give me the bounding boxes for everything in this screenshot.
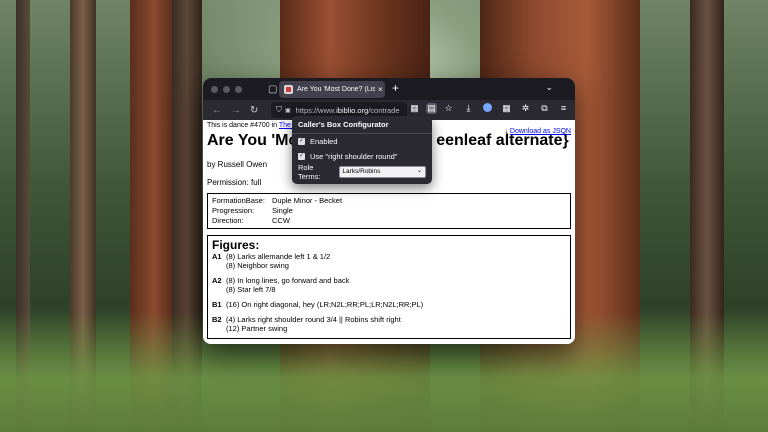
tab-active[interactable]: Are You 'Most Done? (Lisa Gree × — [279, 81, 385, 98]
close-window-button[interactable] — [211, 85, 218, 93]
grid-extension-icon[interactable]: ▦ — [409, 103, 420, 114]
tab-title: Are You 'Most Done? (Lisa Gree — [297, 86, 375, 93]
tab-close-icon[interactable]: × — [378, 85, 383, 94]
meta-row: FormationBase: Duple Minor - Becket — [212, 196, 343, 205]
role-terms-select[interactable]: Larks/Robins ⌄ — [339, 165, 426, 178]
extension-toolbar: ▦ ▤ ☆ — [409, 103, 454, 114]
callers-box-popup: Caller's Box Configurator ✓ Enabled ✓ Us… — [292, 116, 432, 184]
reload-button[interactable]: ↻ — [250, 105, 258, 116]
download-json: ↓ Download as JSON — [504, 128, 571, 135]
enabled-option[interactable]: ✓ Enabled — [292, 134, 432, 149]
lock-icon[interactable]: ▣ — [285, 107, 291, 114]
sidebar-icon[interactable]: ▢ — [268, 84, 277, 95]
window-controls — [211, 85, 242, 93]
chevron-down-icon: ⌄ — [416, 167, 422, 174]
favicon-icon — [284, 85, 293, 94]
figures-heading: Figures: — [212, 238, 260, 252]
extensions-icon[interactable]: ⧉ — [539, 103, 550, 114]
shield-icon[interactable]: ⛉ — [276, 105, 282, 115]
figure-a2: A2 (8) In long lines, go forward and bac… — [212, 276, 350, 294]
download-json-link[interactable]: Download as JSON — [510, 128, 571, 135]
forward-button[interactable]: → — [231, 105, 241, 116]
bookmark-star-icon[interactable]: ☆ — [443, 103, 454, 114]
tab-list-chevron-icon[interactable]: ⌄ — [545, 82, 553, 93]
rsr-checkbox[interactable]: ✓ — [298, 153, 305, 160]
zoom-window-button[interactable] — [235, 85, 242, 93]
role-terms-row: Role Terms: Larks/Robins ⌄ — [292, 162, 432, 181]
gear-icon[interactable]: ✲ — [520, 103, 531, 114]
enabled-label: Enabled — [310, 137, 338, 146]
tab-bar: ▢ Are You 'Most Done? (Lisa Gree × + ⌄ — [203, 78, 575, 100]
grid-icon[interactable]: ▦ — [501, 103, 512, 114]
figure-a1: A1 (8) Larks allemande left 1 & 1/2 (8) N… — [212, 252, 331, 270]
toolbar-right: ⤓ ▦ ✲ ⧉ ≡ — [463, 103, 569, 114]
formation-box: FormationBase: Duple Minor - Becket Progr… — [207, 193, 571, 229]
figures-box: Figures: A1 (8) Larks allemande left 1 &… — [207, 235, 571, 339]
role-terms-label: Role Terms: — [298, 162, 321, 181]
download-icon[interactable]: ⤓ — [463, 103, 474, 114]
url-text[interactable]: https://www.ibiblio.org/contrade — [296, 106, 406, 115]
account-icon[interactable] — [482, 103, 493, 114]
figure-b1: B1 (16) On right diagonal, hey (LR;N2L;R… — [212, 300, 424, 309]
back-button[interactable]: ← — [212, 105, 222, 116]
menu-icon[interactable]: ≡ — [558, 103, 569, 114]
meta-row: Direction: CCW — [212, 216, 290, 225]
callers-box-extension-icon[interactable]: ▤ — [426, 103, 437, 114]
new-tab-button[interactable]: + — [392, 81, 399, 95]
rsr-label: Use "right shoulder round" — [310, 152, 398, 161]
minimize-window-button[interactable] — [223, 85, 230, 93]
meta-row: Progression: Single — [212, 206, 293, 215]
enabled-checkbox[interactable]: ✓ — [298, 138, 305, 145]
popup-title: Caller's Box Configurator — [298, 120, 389, 129]
figure-b2: B2 (4) Larks right shoulder round 3/4 ||… — [212, 315, 401, 333]
